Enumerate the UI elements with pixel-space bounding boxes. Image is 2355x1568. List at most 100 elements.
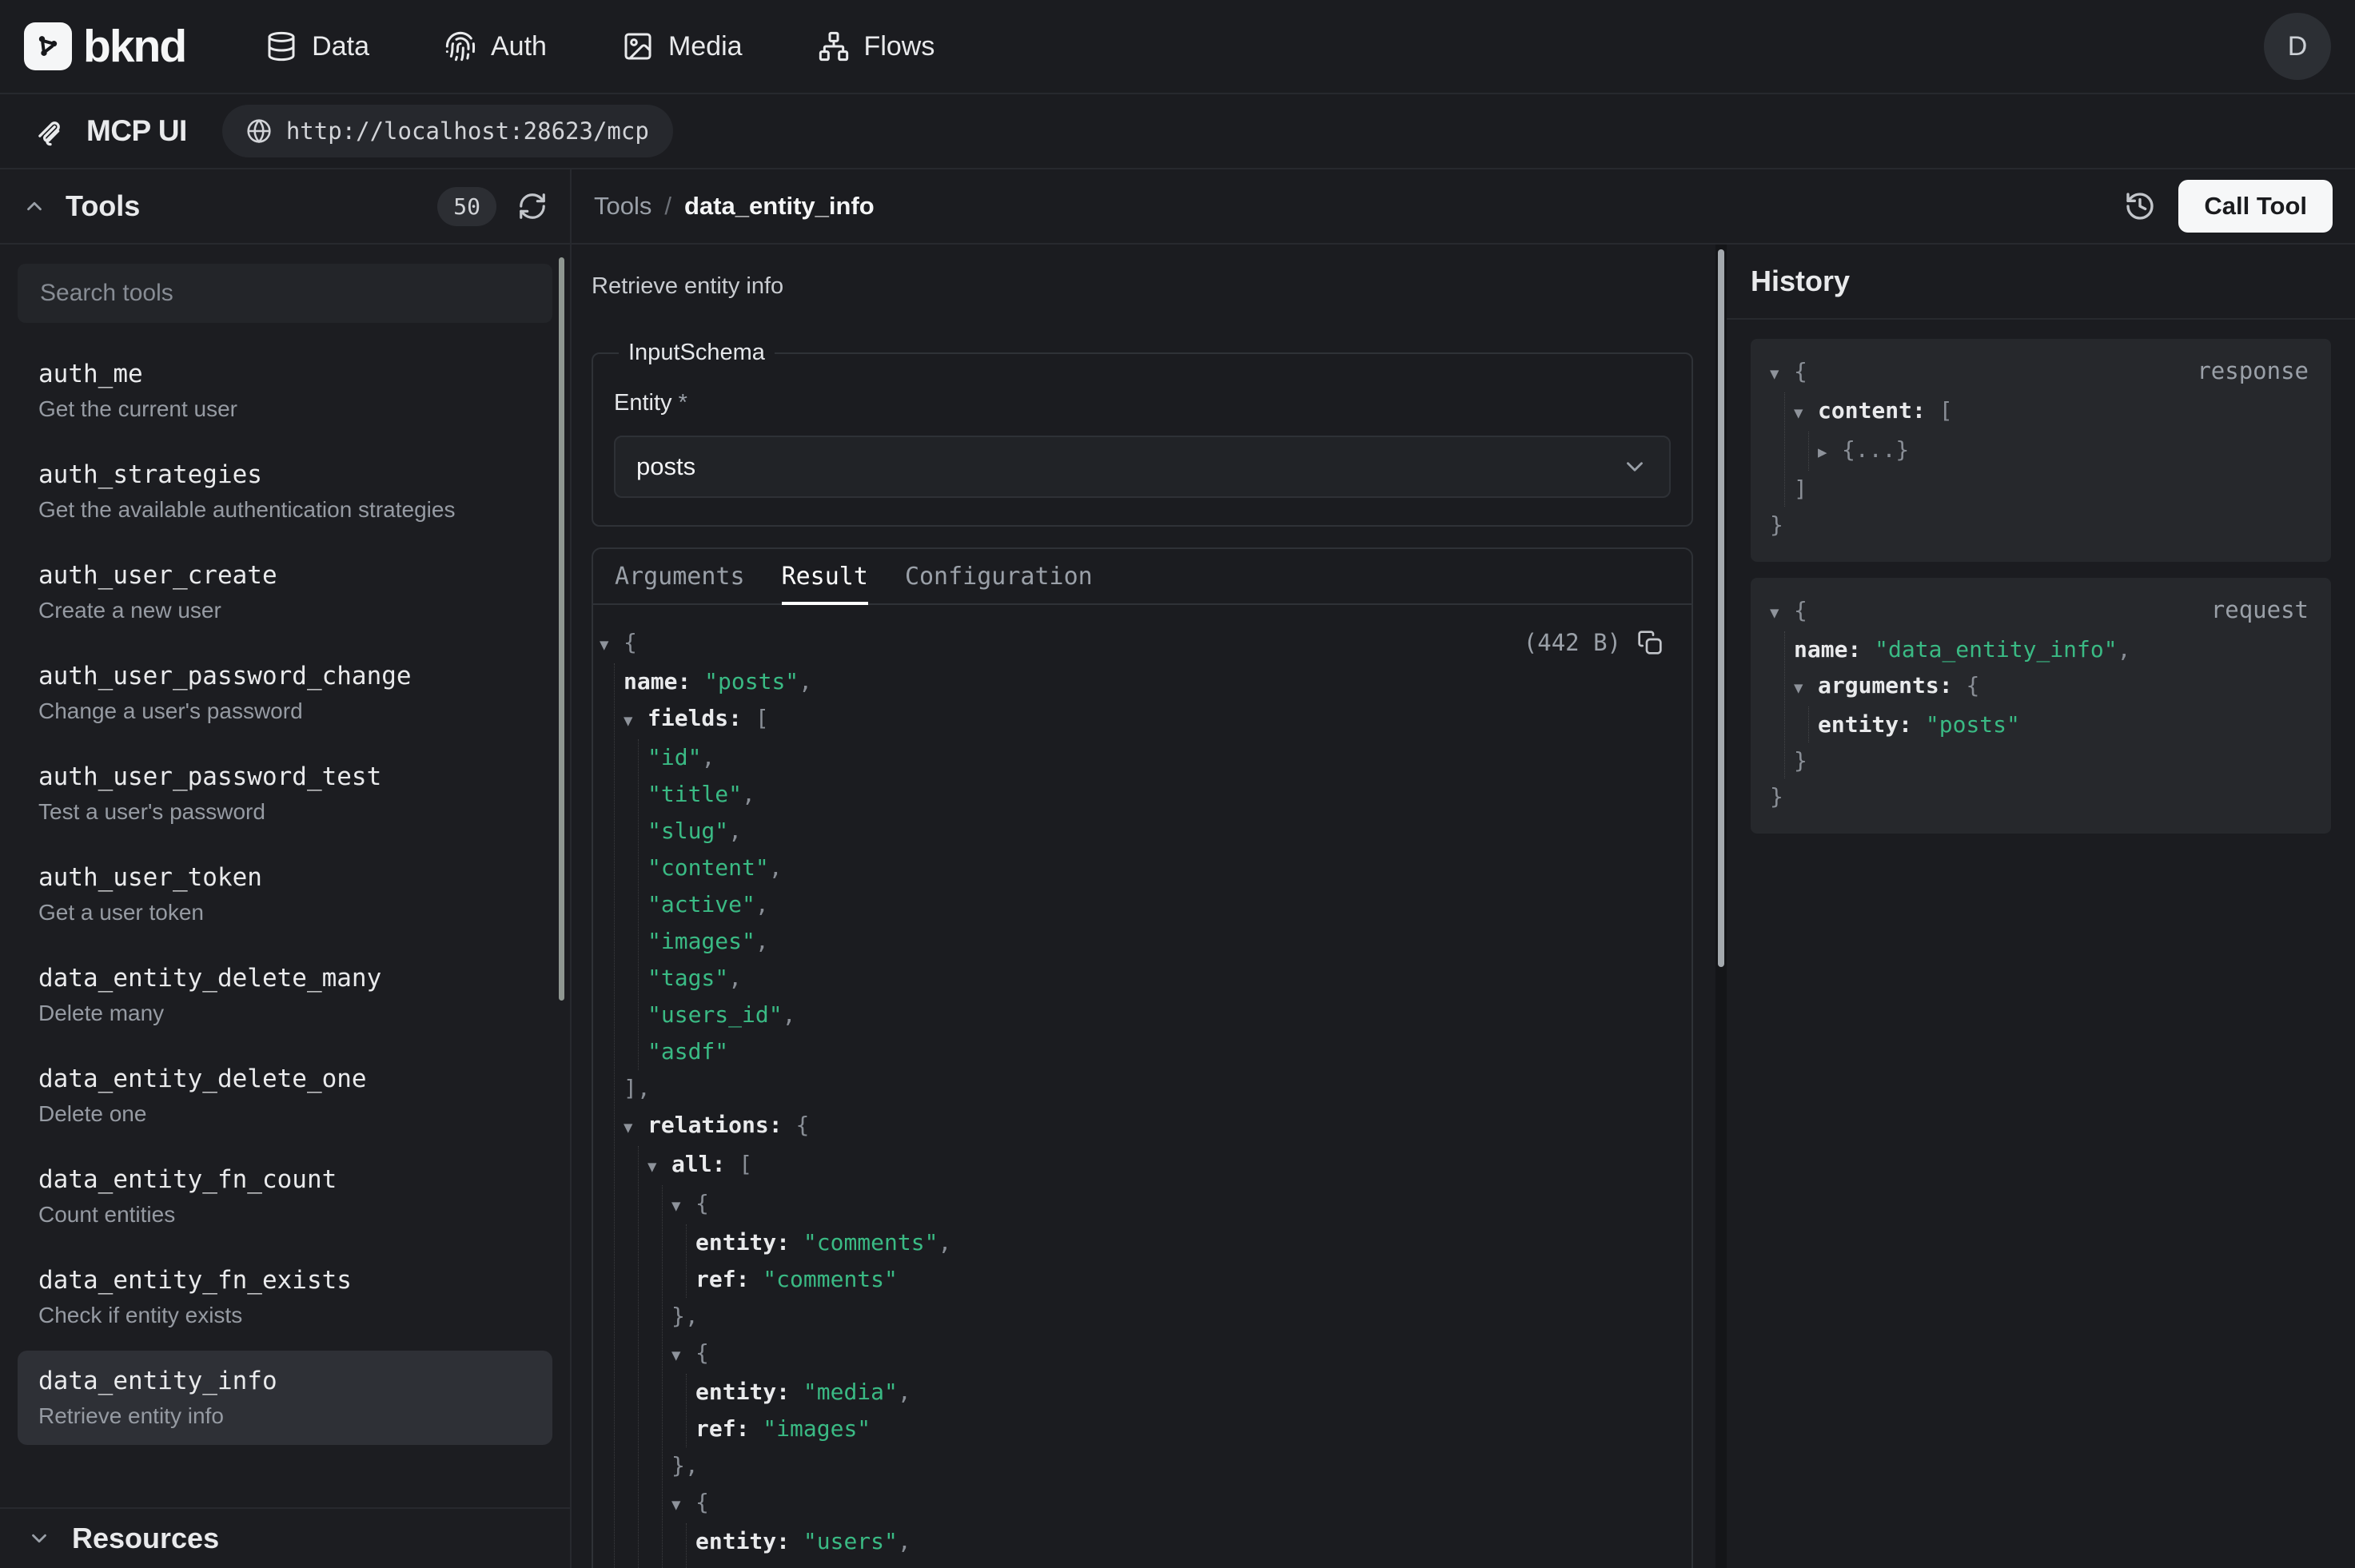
tools-section-header[interactable]: Tools 50 <box>0 169 570 245</box>
json-punct: { <box>624 629 637 655</box>
expand-toggle-icon[interactable]: ▶ <box>1818 435 1842 471</box>
globe-icon <box>246 118 272 144</box>
json-string: "media" <box>803 1379 898 1405</box>
json-punct: , <box>742 781 755 807</box>
collapse-toggle-icon[interactable]: ▼ <box>671 1188 695 1224</box>
collapse-toggle-icon[interactable]: ▼ <box>624 702 648 739</box>
json-line: entity: "comments", <box>695 1224 1663 1261</box>
collapse-toggle-icon[interactable]: ▼ <box>671 1486 695 1523</box>
mcp-url-pill[interactable]: http://localhost:28623/mcp <box>222 105 673 157</box>
tool-description: Get a user token <box>38 900 532 925</box>
json-line: ▼{ <box>671 1185 1663 1224</box>
result-panel: ArgumentsResultConfiguration (442 B) ▼{n… <box>592 547 1693 1568</box>
json-line: "title", <box>648 776 1663 813</box>
collapse-toggle-icon[interactable]: ▼ <box>648 1148 671 1185</box>
history-card-response[interactable]: response▼{▼content: [▶{...}]} <box>1751 339 2331 562</box>
tool-description: Create a new user <box>38 598 532 623</box>
collapse-toggle-icon[interactable]: ▼ <box>671 1337 695 1374</box>
json-punct: , <box>769 854 783 881</box>
tool-name: auth_user_token <box>38 863 532 892</box>
json-string: "tags" <box>648 965 728 991</box>
json-punct: }, <box>671 1452 699 1478</box>
nav-item-data[interactable]: Data <box>265 30 369 62</box>
brand-logo[interactable]: bknd <box>24 20 185 73</box>
collapse-toggle-icon[interactable]: ▼ <box>1770 356 1794 392</box>
json-block: ▶{...} <box>1808 432 2309 471</box>
tool-list-item[interactable]: auth_meGet the current user <box>18 344 552 438</box>
copy-icon[interactable] <box>1637 630 1663 655</box>
collapse-toggle-icon[interactable]: ▼ <box>1770 595 1794 631</box>
tool-list-item[interactable]: auth_user_password_changeChange a user's… <box>18 646 552 740</box>
input-schema-legend: InputSchema <box>619 340 775 366</box>
sidebar-scrollbar[interactable] <box>559 257 564 1001</box>
search-input[interactable] <box>18 264 552 323</box>
user-avatar[interactable]: D <box>2264 13 2331 80</box>
json-line: entity: "users", <box>695 1523 1663 1560</box>
nav-item-auth[interactable]: Auth <box>444 30 547 62</box>
collapse-toggle-icon[interactable]: ▼ <box>600 627 624 663</box>
mcp-url: http://localhost:28623/mcp <box>286 117 649 145</box>
json-key: name: <box>1794 636 1861 663</box>
json-string: "title" <box>648 781 742 807</box>
history-card-request[interactable]: request▼{name: "data_entity_info",▼argum… <box>1751 578 2331 834</box>
collapse-toggle-icon[interactable]: ▼ <box>624 1109 648 1146</box>
tool-description: Retrieve entity info <box>38 1403 532 1429</box>
collapse-toggle-icon[interactable]: ▼ <box>1794 396 1818 432</box>
nav-item-label: Media <box>668 31 743 62</box>
network-icon <box>818 30 850 62</box>
json-key: entity: <box>695 1229 790 1256</box>
tool-name: data_entity_fn_exists <box>38 1266 532 1295</box>
main-history-divider <box>1715 245 1727 1568</box>
resources-section-header[interactable]: Resources <box>0 1507 570 1568</box>
nav-item-media[interactable]: Media <box>622 30 743 62</box>
json-punct <box>1953 672 1966 698</box>
json-string: "users_id" <box>648 1001 783 1028</box>
json-punct: , <box>799 668 812 694</box>
refresh-icon[interactable] <box>517 191 548 221</box>
tool-list-item[interactable]: data_entity_infoRetrieve entity info <box>18 1351 552 1445</box>
tool-list-item[interactable]: data_entity_delete_oneDelete one <box>18 1049 552 1143</box>
json-line: "active", <box>648 886 1663 923</box>
json-line: "asdf" <box>648 1033 1663 1070</box>
tool-description: Retrieve entity info <box>592 273 1693 300</box>
entity-select[interactable]: posts <box>614 436 1671 498</box>
json-line: "tags", <box>648 960 1663 997</box>
tab-result[interactable]: Result <box>782 549 868 603</box>
history-icon[interactable] <box>2124 190 2156 222</box>
collapse-toggle-icon[interactable]: ▼ <box>1794 671 1818 706</box>
tool-list-item[interactable]: auth_strategiesGet the available authent… <box>18 444 552 539</box>
json-line: ▼fields: [ <box>624 700 1663 739</box>
nav-item-flows[interactable]: Flows <box>818 30 935 62</box>
json-punct <box>749 1565 763 1568</box>
tool-list-item[interactable]: auth_user_password_testTest a user's pas… <box>18 746 552 841</box>
json-punct <box>1926 397 1939 424</box>
json-block: entity: "posts" <box>1808 706 2309 742</box>
tool-name: data_entity_delete_many <box>38 964 532 993</box>
json-string: "users" <box>803 1528 898 1554</box>
json-punct: , <box>728 818 742 844</box>
json-punct <box>742 705 755 731</box>
call-tool-button[interactable]: Call Tool <box>2178 180 2333 233</box>
history-panel: History response▼{▼content: [▶{...}]}req… <box>1727 245 2355 1568</box>
tool-list-item[interactable]: data_entity_fn_countCount entities <box>18 1149 552 1244</box>
json-punct: { <box>1966 672 1979 698</box>
json-punct: , <box>2118 636 2131 663</box>
tool-list-item[interactable]: auth_user_createCreate a new user <box>18 545 552 639</box>
tool-list-item[interactable]: auth_user_token Get a user token <box>18 847 552 941</box>
json-punct <box>790 1379 803 1405</box>
page-title: MCP UI <box>86 114 187 148</box>
tool-list-item[interactable]: data_entity_delete_manyDelete many <box>18 948 552 1042</box>
tab-configuration[interactable]: Configuration <box>905 549 1093 603</box>
tool-description: Check if entity exists <box>38 1303 532 1328</box>
tool-list-item[interactable]: data_entity_fn_exists Check if entity exi… <box>18 1250 552 1344</box>
json-punct <box>725 1151 739 1177</box>
json-key: entity: <box>695 1528 790 1554</box>
main-scrollbar[interactable] <box>1718 249 1724 967</box>
breadcrumb-section[interactable]: Tools <box>594 192 652 221</box>
json-punct <box>1912 711 1926 738</box>
json-line: "images", <box>648 923 1663 960</box>
tab-arguments[interactable]: Arguments <box>615 549 745 603</box>
tool-description: Get the available authentication strateg… <box>38 497 532 523</box>
json-line: ref: "comments" <box>695 1261 1663 1298</box>
json-key: entity: <box>695 1379 790 1405</box>
